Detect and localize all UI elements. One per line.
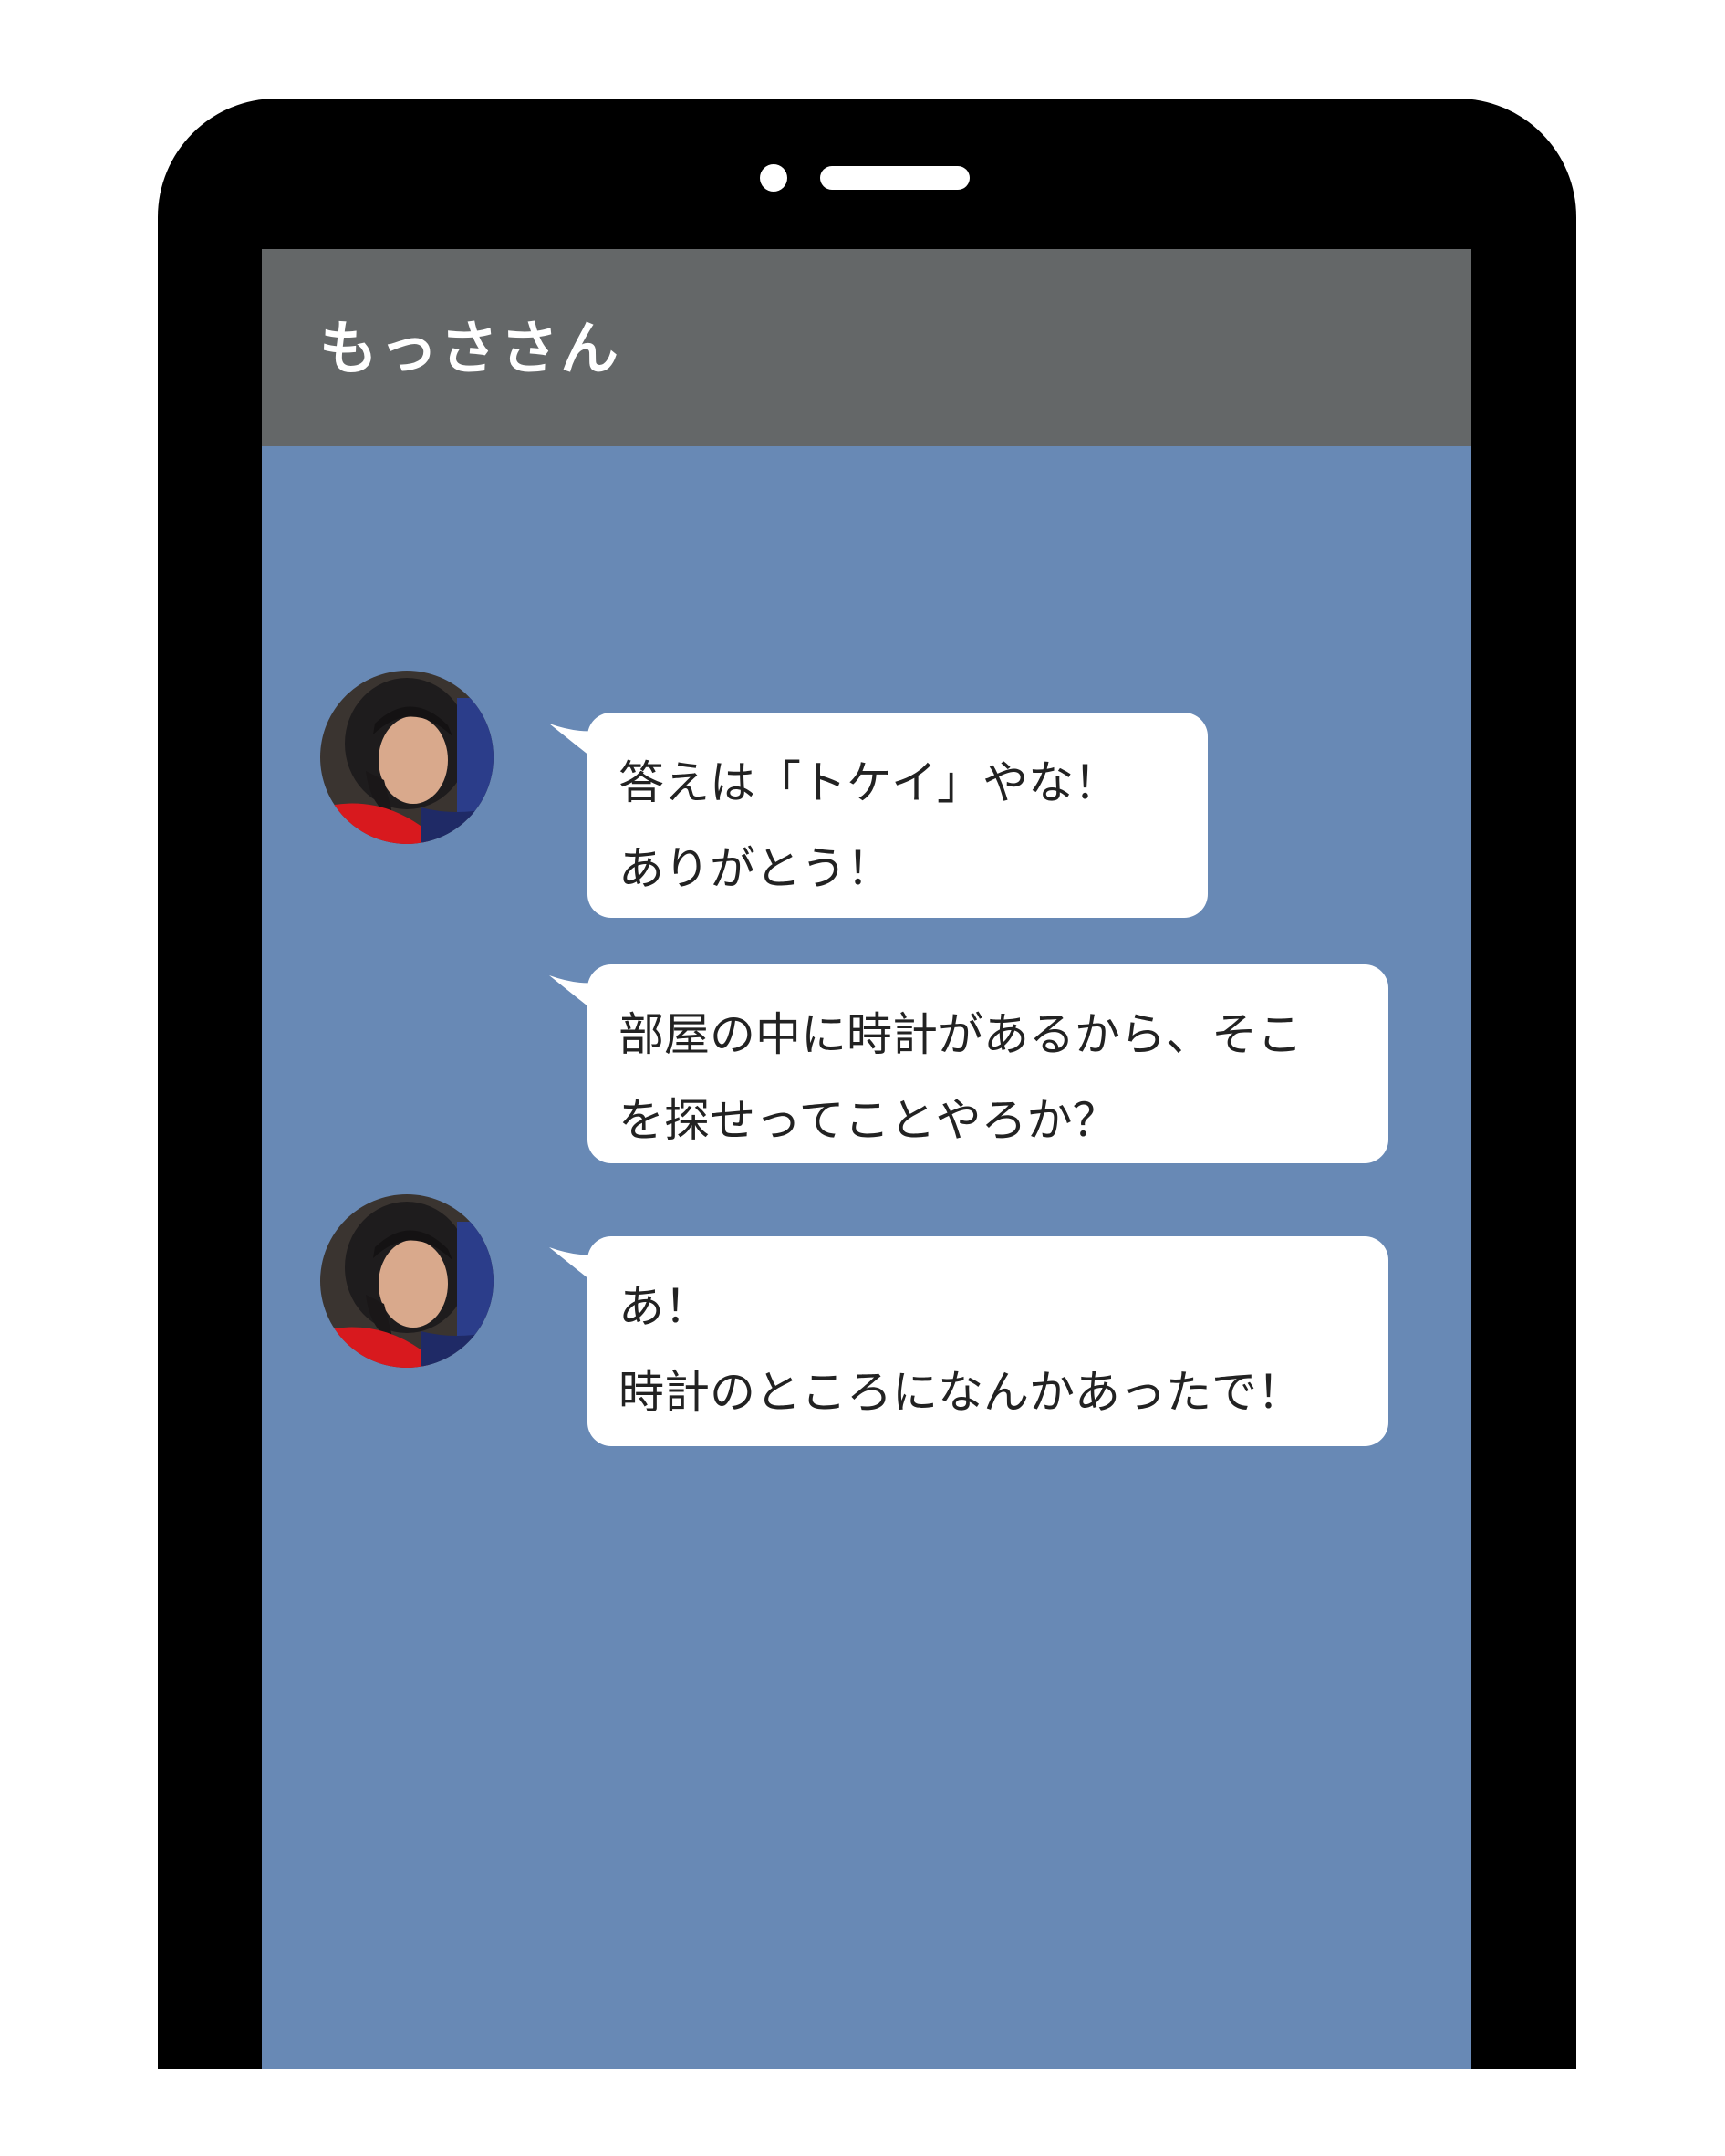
chat-screen[interactable]: もっささん 答えは「トケイ」やな！ ありがとう！ 部屋の中に時計があるから、そこ… xyxy=(262,249,1471,2069)
speaker-icon xyxy=(820,166,970,190)
contact-name: もっささん xyxy=(319,316,620,383)
message-text: ありがとう！ xyxy=(618,842,892,895)
message-text: を探せってことやろか？ xyxy=(618,1094,1118,1147)
chat-header: もっささん xyxy=(262,249,1471,446)
message-bubble[interactable]: 部屋の中に時計があるから、そこ を探せってことやろか？ xyxy=(587,964,1388,1163)
message-bubble[interactable]: あ！ 時計のところになんかあったで！ xyxy=(587,1236,1388,1446)
phone-frame: もっささん 答えは「トケイ」やな！ ありがとう！ 部屋の中に時計があるから、そこ… xyxy=(158,99,1576,2069)
message-text: 答えは「トケイ」やな！ xyxy=(618,756,1119,809)
message-text: あ！ xyxy=(618,1280,710,1333)
camera-icon xyxy=(760,164,787,192)
avatar-photo-icon xyxy=(320,671,494,844)
message-text: 部屋の中に時計があるから、そこ xyxy=(618,1008,1303,1061)
avatar[interactable] xyxy=(320,1194,494,1368)
avatar[interactable] xyxy=(320,671,494,844)
avatar-photo-icon xyxy=(320,1194,494,1368)
message-text: 時計のところになんかあったで！ xyxy=(618,1366,1303,1419)
message-bubble[interactable]: 答えは「トケイ」やな！ ありがとう！ xyxy=(587,713,1208,918)
